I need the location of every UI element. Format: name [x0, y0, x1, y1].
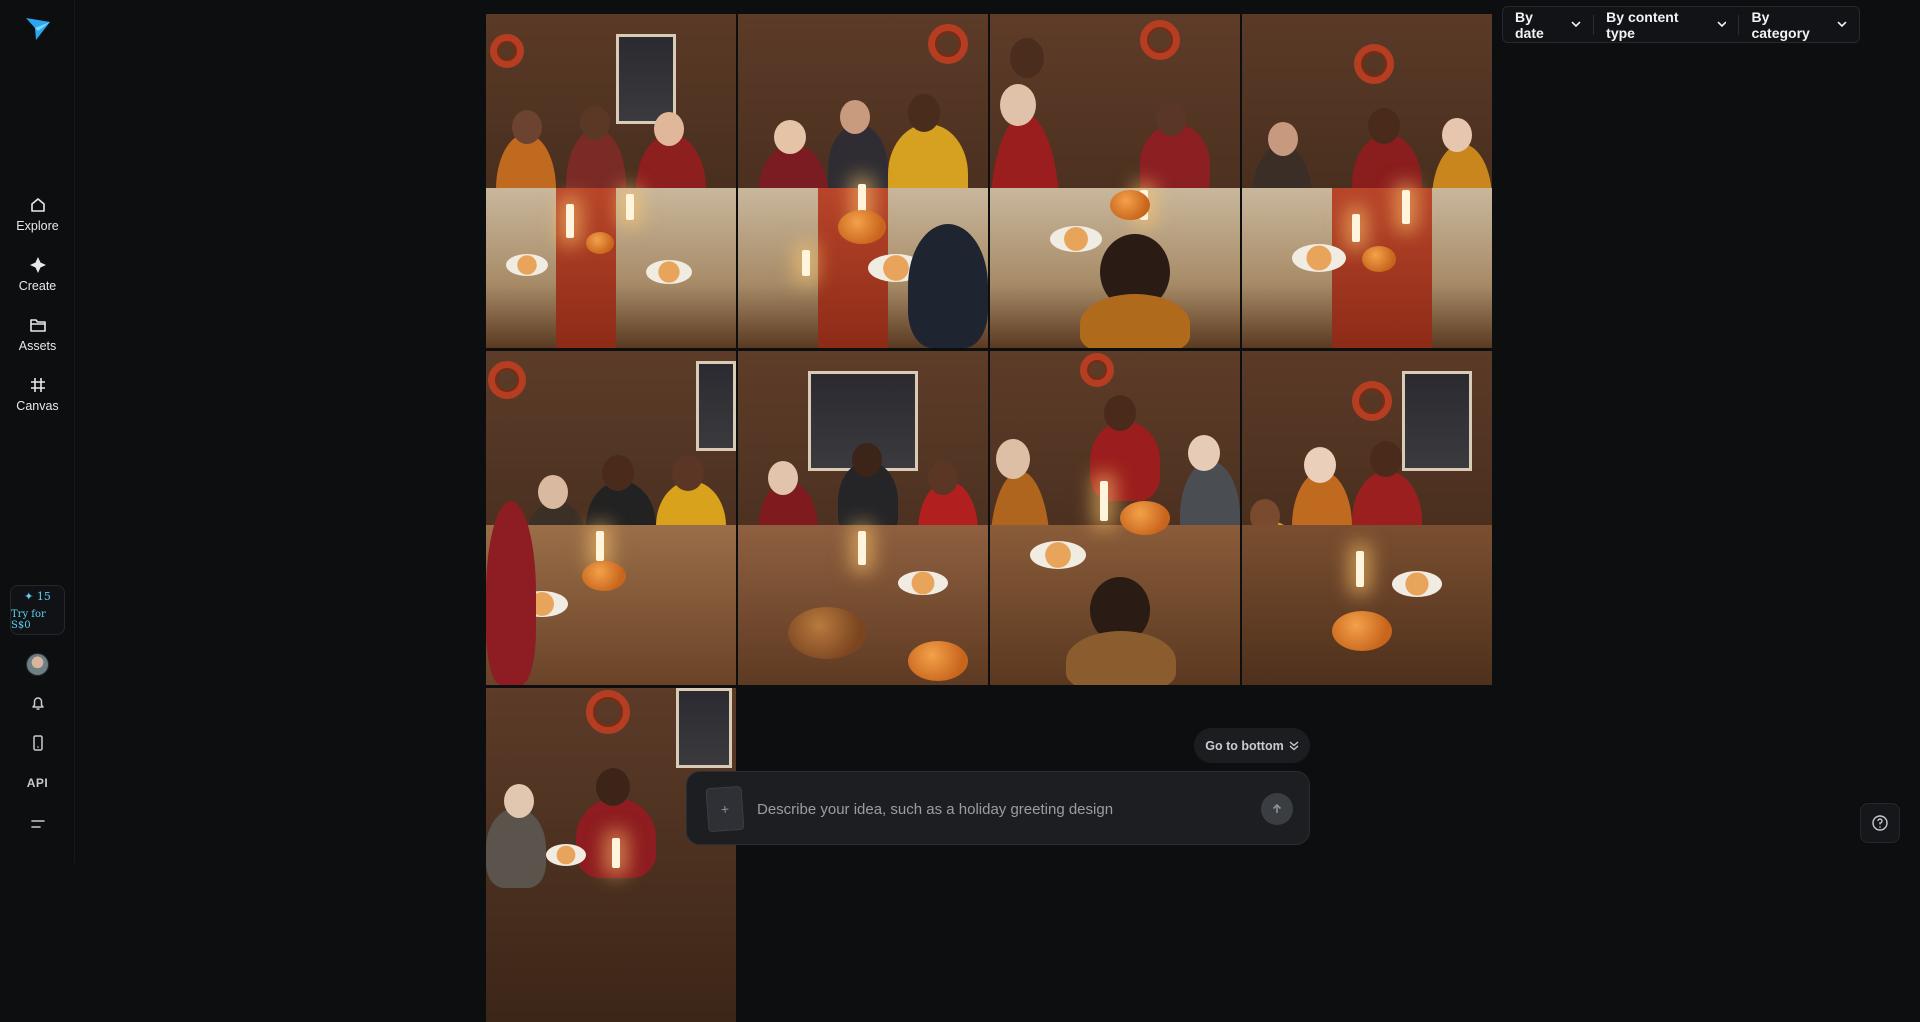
- filter-by-date-label: By date: [1515, 8, 1544, 41]
- filter-by-category[interactable]: By category: [1739, 7, 1859, 42]
- gallery-image[interactable]: [1242, 351, 1492, 685]
- notifications-button[interactable]: [0, 694, 75, 712]
- sparkle-icon: [27, 254, 49, 276]
- gallery-image[interactable]: [486, 688, 736, 1022]
- nav-explore[interactable]: Explore: [0, 194, 75, 233]
- gallery-image[interactable]: [738, 351, 988, 685]
- credits-box[interactable]: ✦ 15 Try for S$0: [10, 585, 65, 635]
- arrow-up-icon: [1272, 803, 1282, 813]
- filter-by-category-label: By category: [1751, 8, 1810, 41]
- paper-plane-logo[interactable]: [24, 14, 52, 42]
- nav-assets[interactable]: Assets: [0, 314, 75, 353]
- gallery-image[interactable]: [738, 14, 988, 348]
- prompt-box: +: [686, 771, 1310, 845]
- nav-canvas[interactable]: Canvas: [0, 374, 75, 413]
- nav-create-label: Create: [18, 279, 57, 293]
- home-icon: [27, 194, 49, 216]
- attach-image-button[interactable]: +: [705, 785, 745, 833]
- sidebar: Explore Create Assets Canvas ✦ 15 Try fo…: [0, 0, 75, 863]
- help-icon: [1872, 815, 1888, 831]
- chevron-down-icon: [1571, 21, 1581, 28]
- prompt-input[interactable]: [757, 792, 1237, 826]
- gallery-image[interactable]: [1242, 14, 1492, 348]
- help-button[interactable]: [1860, 803, 1900, 843]
- avatar[interactable]: [26, 653, 49, 676]
- nav-canvas-label: Canvas: [16, 399, 59, 413]
- nav-assets-label: Assets: [18, 339, 57, 353]
- credit-count: ✦ 15: [24, 589, 51, 603]
- menu-button[interactable]: [0, 815, 75, 833]
- try-free-link[interactable]: Try for S$0: [11, 609, 64, 631]
- canvas-icon: [27, 374, 49, 396]
- filter-by-content-type-label: By content type: [1606, 8, 1679, 41]
- double-chevron-down-icon: [1289, 740, 1299, 750]
- phone-icon: [32, 735, 43, 751]
- bell-icon: [31, 697, 44, 710]
- go-to-bottom-label: Go to bottom: [1205, 738, 1284, 753]
- filter-by-content-type[interactable]: By content type: [1594, 7, 1738, 42]
- gallery-image[interactable]: [990, 351, 1240, 685]
- api-link[interactable]: API: [0, 776, 75, 790]
- gallery-image[interactable]: [486, 351, 736, 685]
- filter-by-date[interactable]: By date: [1503, 7, 1593, 42]
- folder-icon: [27, 314, 49, 336]
- gallery-image[interactable]: [990, 14, 1240, 348]
- go-to-bottom-button[interactable]: Go to bottom: [1194, 728, 1310, 763]
- send-button[interactable]: [1261, 793, 1293, 825]
- mobile-app-button[interactable]: [0, 734, 75, 752]
- filter-bar: By date By content type By category: [1502, 6, 1860, 43]
- plus-icon: +: [720, 800, 730, 818]
- nav-create[interactable]: Create: [0, 254, 75, 293]
- api-label: API: [26, 776, 49, 790]
- gallery-image[interactable]: [486, 14, 736, 348]
- nav-explore-label: Explore: [16, 219, 59, 233]
- menu-icon: [30, 820, 45, 828]
- chevron-down-icon: [1837, 21, 1847, 28]
- chevron-down-icon: [1716, 21, 1727, 28]
